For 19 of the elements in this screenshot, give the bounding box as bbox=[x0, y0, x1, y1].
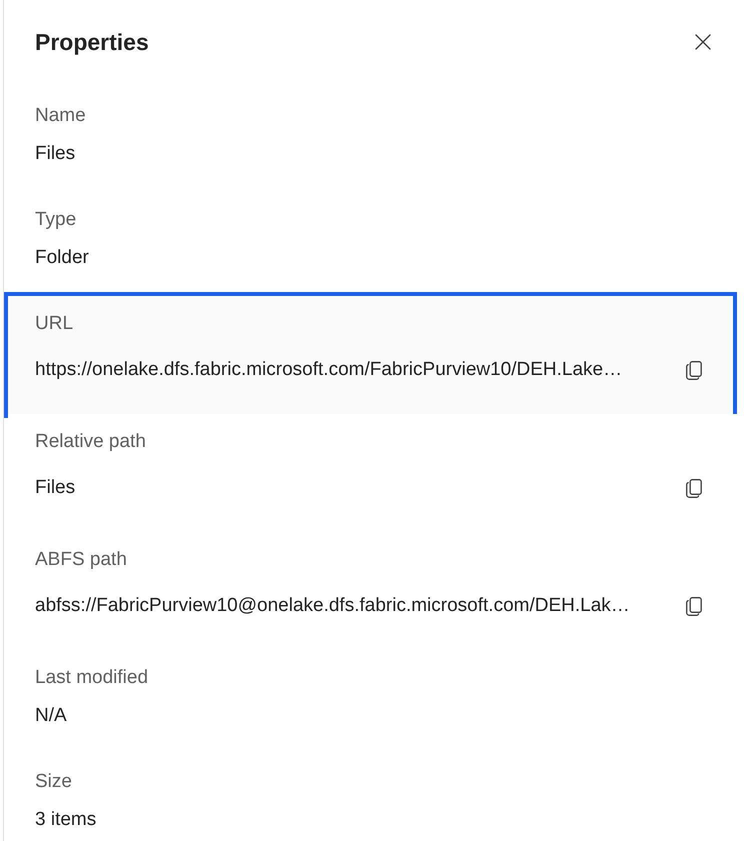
field-label: Size bbox=[35, 770, 72, 794]
field-value: https://onelake.dfs.fabric.microsoft.com/FabricPurview10/DEH.Lake… bbox=[35, 358, 622, 382]
field-label: URL bbox=[35, 312, 74, 336]
field-value: Files bbox=[35, 476, 76, 500]
panel-title: Properties bbox=[35, 28, 149, 56]
copy-icon bbox=[686, 360, 702, 380]
field-label: Name bbox=[35, 104, 86, 128]
field-label: ABFS path bbox=[35, 548, 127, 572]
field-label: Last modified bbox=[35, 666, 148, 690]
copy-icon bbox=[686, 478, 702, 498]
field-value: 3 items bbox=[35, 808, 96, 832]
field-value: Files bbox=[35, 142, 76, 166]
field-value: abfss://FabricPurview10@onelake.dfs.fabric.microsoft.com/DEH.Lak… bbox=[35, 594, 630, 618]
field-label: Relative path bbox=[35, 430, 146, 454]
field-label: Type bbox=[35, 208, 76, 232]
field-value: Folder bbox=[35, 246, 89, 270]
field-value: N/A bbox=[35, 704, 67, 728]
copy-icon bbox=[686, 596, 702, 616]
close-icon bbox=[695, 34, 711, 50]
